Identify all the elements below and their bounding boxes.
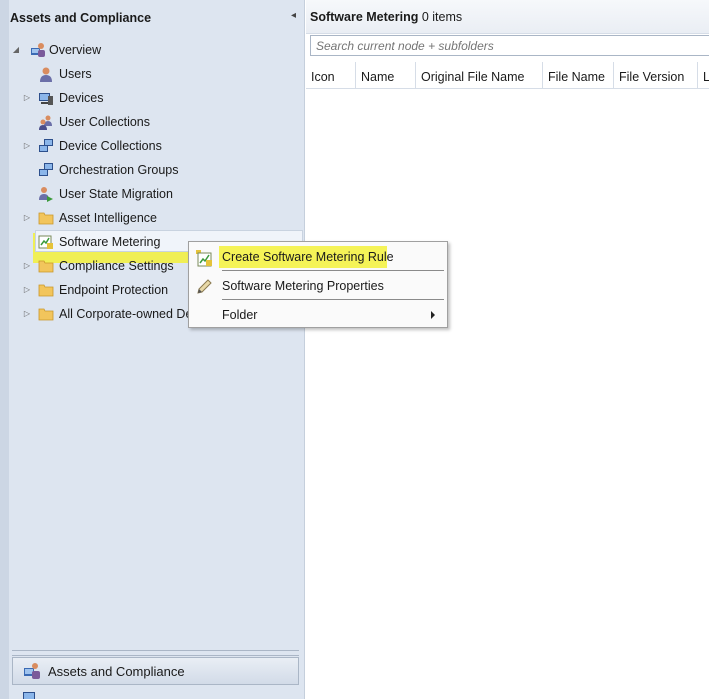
tree-item-label: Software Metering: [59, 235, 161, 249]
workspace-icon[interactable]: [22, 690, 38, 699]
navigation-pane: Assets and Compliance ◂ ◢ Overview Users…: [0, 0, 305, 699]
menu-separator: [222, 299, 444, 300]
overview-icon: [31, 43, 45, 57]
menu-item-folder[interactable]: Folder: [189, 302, 447, 328]
workspace-button-assets-and-compliance[interactable]: Assets and Compliance: [12, 657, 299, 685]
collapsed-arrow-icon[interactable]: ▷: [22, 87, 32, 109]
collapsed-arrow-icon[interactable]: ▷: [22, 303, 32, 325]
grid-column-header: Icon Name Original File Name File Name F…: [306, 62, 709, 89]
item-count: 0 items: [421, 10, 463, 24]
menu-separator: [222, 270, 444, 271]
collapsed-arrow-icon[interactable]: ▷: [22, 135, 32, 157]
tree-item-label: User State Migration: [59, 187, 173, 201]
menu-item-label: Create Software Metering Rule: [222, 250, 394, 264]
user-state-migration-icon: [39, 187, 53, 202]
devices-icon: [39, 93, 53, 105]
submenu-arrow-icon: [431, 311, 435, 319]
create-rule-icon: [196, 250, 212, 267]
nav-pane-title: Assets and Compliance: [10, 11, 152, 25]
folder-icon: [38, 284, 54, 297]
content-title: Software Metering 0 items: [310, 10, 462, 24]
search-input[interactable]: [310, 35, 709, 56]
expanded-arrow-icon[interactable]: ◢: [11, 39, 21, 61]
column-header-file-version[interactable]: File Version: [614, 62, 698, 88]
tree-item-label: All Corporate-owned Devices: [59, 307, 188, 321]
column-header-name[interactable]: Name: [356, 62, 416, 88]
tree-item-label: Device Collections: [59, 139, 162, 153]
tree-item-label: Endpoint Protection: [59, 283, 169, 297]
column-header-file-name[interactable]: File Name: [543, 62, 614, 88]
tree-item-label: Overview: [49, 43, 102, 57]
menu-item-software-metering-properties[interactable]: Software Metering Properties: [189, 273, 447, 299]
software-metering-icon: [38, 235, 53, 249]
folder-icon: [38, 308, 54, 321]
device-collections-icon: [39, 139, 53, 152]
tree-item-all-corporate-owned-devices[interactable]: ▷ All Corporate-owned Devices: [0, 303, 188, 325]
collapsed-arrow-icon[interactable]: ▷: [22, 207, 32, 229]
workspace-separator: [12, 650, 299, 656]
column-header-language[interactable]: Language: [698, 62, 709, 88]
menu-item-create-software-metering-rule[interactable]: Create Software Metering Rule: [189, 244, 447, 270]
user-collections-icon: [39, 115, 52, 130]
column-header-icon[interactable]: Icon: [306, 62, 356, 88]
content-title-node: Software Metering: [310, 10, 419, 24]
folder-icon: [38, 212, 54, 225]
assets-and-compliance-icon: [24, 663, 40, 679]
nav-edge-strip: [0, 0, 9, 699]
workspace-button-label: Assets and Compliance: [48, 664, 185, 679]
menu-item-label: Software Metering Properties: [222, 279, 384, 293]
content-pane: Software Metering 0 items Icon Name Orig…: [306, 0, 709, 699]
tree-item-label: Users: [59, 67, 92, 81]
tree-item-label: Devices: [59, 91, 104, 105]
tree-item-label: Asset Intelligence: [59, 211, 157, 225]
menu-item-label: Folder: [222, 308, 258, 322]
collapse-pane-icon[interactable]: ◂: [291, 10, 296, 21]
tree-item-label: User Collections: [59, 115, 151, 129]
pencil-icon: [197, 279, 212, 294]
tree-item-label: Compliance Settings: [59, 259, 174, 273]
orchestration-groups-icon: [39, 163, 53, 176]
context-menu: Create Software Metering Rule Software M…: [188, 241, 448, 328]
column-header-original-file-name[interactable]: Original File Name: [416, 62, 543, 88]
user-icon: [40, 67, 52, 82]
tree-item-label: Orchestration Groups: [59, 163, 179, 177]
collapsed-arrow-icon[interactable]: ▷: [22, 255, 32, 277]
folder-icon: [38, 260, 54, 273]
content-header: Software Metering 0 items: [306, 0, 709, 34]
collapsed-arrow-icon[interactable]: ▷: [22, 279, 32, 301]
